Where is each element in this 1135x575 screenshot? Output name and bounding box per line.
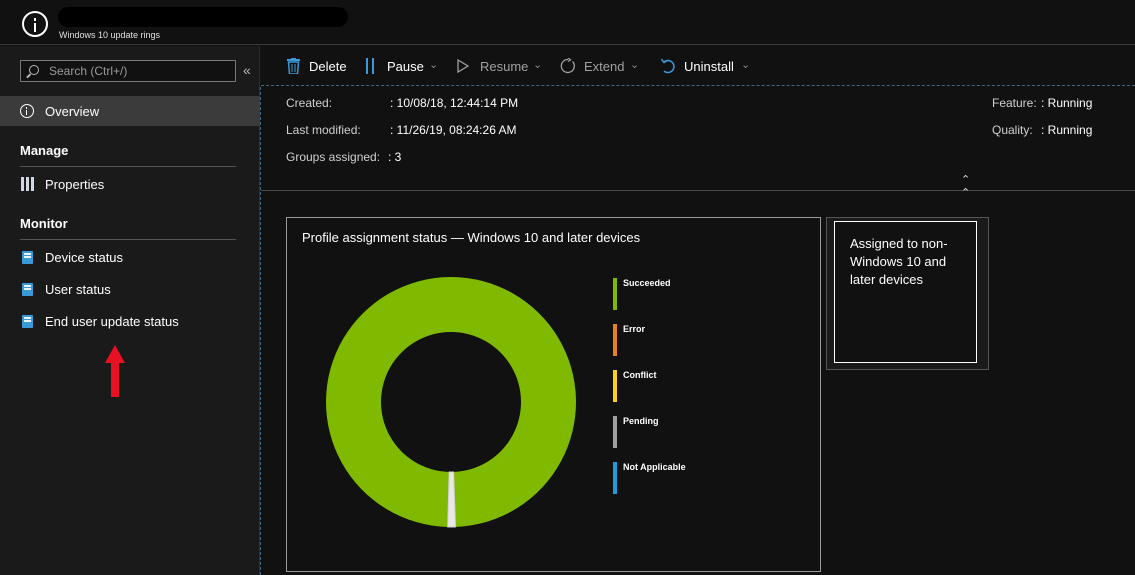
sidebar-item-label: Device status xyxy=(45,250,124,265)
search-icon xyxy=(29,65,39,75)
sidebar-item-user-status[interactable]: User status xyxy=(0,277,260,303)
play-icon xyxy=(457,59,469,73)
search-box[interactable] xyxy=(20,60,236,82)
resume-button[interactable]: Resume ⌄ xyxy=(457,58,549,76)
extend-label: Extend xyxy=(584,59,625,74)
feature-label: Feature: xyxy=(992,96,1037,110)
pause-button[interactable]: Pause ⌄ xyxy=(365,58,445,76)
blade-subtitle: Windows 10 update rings xyxy=(59,30,161,40)
sidebar-item-label: Properties xyxy=(45,177,105,192)
legend-swatch xyxy=(613,370,617,402)
legend-swatch xyxy=(613,416,617,448)
sidebar-item-end-user-update-status[interactable]: End user update status xyxy=(0,309,260,335)
blade-header: Windows 10 update rings xyxy=(0,0,1135,45)
legend-swatch xyxy=(613,462,617,494)
command-bar: Delete Pause ⌄ Resume ⌄ Extend ⌄ Uninsta… xyxy=(261,46,1135,86)
report-icon xyxy=(22,251,33,264)
section-divider xyxy=(20,239,236,240)
profile-assignment-status-chart[interactable]: Profile assignment status — Windows 10 a… xyxy=(286,217,821,572)
sidebar-item-properties[interactable]: Properties xyxy=(0,172,260,198)
report-icon xyxy=(22,283,33,296)
collapse-essentials-icon[interactable]: ⌃ ⌃ xyxy=(961,173,970,199)
donut-chart xyxy=(325,277,576,528)
created-label: Created: xyxy=(286,96,333,110)
sidebar-item-label: User status xyxy=(45,282,111,297)
legend-swatch xyxy=(613,278,617,310)
quality-value: : Running xyxy=(1041,123,1093,137)
properties-icon xyxy=(21,177,34,191)
report-icon xyxy=(22,315,33,328)
essentials-panel: Created: : 10/08/18, 12:44:14 PM Last mo… xyxy=(261,87,1135,199)
sidebar-item-label: Overview xyxy=(45,104,100,119)
section-divider xyxy=(20,166,236,167)
sidebar-item-device-status[interactable]: Device status xyxy=(0,245,260,271)
refresh-icon xyxy=(560,58,575,74)
section-heading-monitor: Monitor xyxy=(20,216,68,231)
section-heading-manage: Manage xyxy=(20,143,69,158)
chevron-down-icon: ⌄ xyxy=(630,59,640,71)
uninstall-button[interactable]: Uninstall ⌄ xyxy=(661,58,757,76)
sidebar-item-overview[interactable]: Overview xyxy=(0,96,260,126)
legend-label: Pending xyxy=(623,416,659,426)
legend-label: Not Applicable xyxy=(623,462,686,472)
tile-text: Assigned to non-Windows 10 and later dev… xyxy=(850,236,948,287)
info-icon xyxy=(20,104,34,118)
uninstall-label: Uninstall xyxy=(684,59,734,74)
sidebar: « Overview Manage Properties Monitor Dev… xyxy=(0,46,260,575)
delete-button[interactable]: Delete xyxy=(287,58,357,76)
redacted-title xyxy=(58,7,348,27)
chevron-down-icon: ⌄ xyxy=(429,59,439,71)
collapse-sidebar-button[interactable]: « xyxy=(243,62,251,78)
chevron-down-icon: ⌄ xyxy=(741,59,751,71)
search-input[interactable] xyxy=(49,63,229,79)
legend-label: Succeeded xyxy=(623,278,671,288)
red-arrow-annotation xyxy=(105,345,125,397)
extend-button[interactable]: Extend ⌄ xyxy=(560,58,652,76)
sidebar-item-label: End user update status xyxy=(45,314,179,329)
non-windows-tile[interactable]: Assigned to non-Windows 10 and later dev… xyxy=(826,217,989,370)
created-value: : 10/08/18, 12:44:14 PM xyxy=(390,96,519,110)
legend-swatch xyxy=(613,324,617,356)
pause-label: Pause xyxy=(387,59,424,74)
legend-label: Error xyxy=(623,324,646,334)
feature-value: : Running xyxy=(1041,96,1093,110)
info-icon xyxy=(22,11,48,37)
delete-label: Delete xyxy=(309,59,347,74)
groups-assigned-label: Groups assigned: xyxy=(286,150,381,164)
groups-assigned-value[interactable]: : 3 xyxy=(388,150,401,164)
non-windows-tile-inner: Assigned to non-Windows 10 and later dev… xyxy=(834,221,977,363)
quality-label: Quality: xyxy=(992,123,1033,137)
pause-icon xyxy=(366,58,374,74)
chart-title: Profile assignment status — Windows 10 a… xyxy=(302,230,641,245)
trash-icon xyxy=(287,58,300,74)
chevron-down-icon: ⌄ xyxy=(533,59,543,71)
legend-label: Conflict xyxy=(623,370,657,380)
undo-icon xyxy=(661,58,675,74)
last-modified-label: Last modified: xyxy=(286,123,361,137)
last-modified-value: : 11/26/19, 08:24:26 AM xyxy=(390,123,517,137)
resume-label: Resume xyxy=(480,59,529,74)
